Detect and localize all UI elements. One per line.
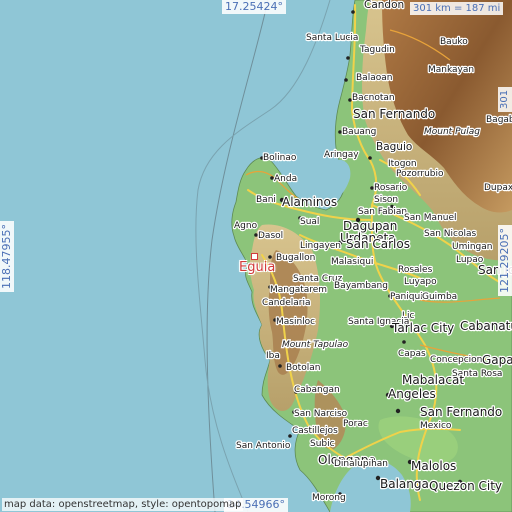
label-bugallon: Bugallon [276, 253, 315, 263]
label-rosario: Rosario [374, 183, 408, 193]
label-concepcion: Concepcion [430, 355, 482, 365]
label-umingan: Umingan [452, 242, 493, 252]
scale-label-horizontal: 301 km = 187 mi [410, 2, 504, 15]
label-candon: Candon [364, 0, 404, 11]
right-longitude-label: 121.29205° [498, 225, 512, 296]
location-label: Eguia [239, 260, 276, 275]
label-anda: Anda [274, 174, 297, 184]
label-bacnotan: Bacnotan [352, 93, 395, 103]
label-lingayen: Lingayen [300, 241, 341, 251]
top-latitude-label: 17.25424° [222, 0, 286, 14]
label-san-nicolas: San Nicolas [424, 229, 476, 239]
label-tarlac-city: Tarlac City [391, 321, 454, 335]
label-masinloc: Masinloc [276, 317, 315, 327]
label-san-fernando-lu: San Fernando [353, 107, 435, 121]
label-morong: Morong [312, 493, 346, 503]
scale-label-vertical: 301 km = 187 mi [498, 86, 512, 112]
label-angeles: Angeles [388, 387, 436, 401]
label-botolan: Botolan [286, 363, 320, 373]
label-santa-lucia: Santa Lucia [306, 33, 358, 43]
map-attribution: map data: openstreetmap, style: opentopo… [2, 498, 244, 511]
label-bagabag: Bagab [486, 115, 512, 125]
label-san-fernando-pa: San Fernando [420, 405, 502, 419]
label-mexico: Mexico [420, 421, 452, 431]
label-quezon-city: Quezon City [429, 479, 502, 493]
label-dasol: Dasol [258, 231, 283, 241]
label-san-narciso: San Narciso [294, 409, 348, 419]
label-bolinao: Bolinao [263, 153, 297, 163]
label-candelaria: Candelaria [262, 298, 311, 308]
label-dinalupihan: Dinalupihan [334, 459, 388, 469]
label-balaoan: Balaoan [356, 73, 392, 83]
label-mankayan: Mankayan [428, 65, 474, 75]
label-porac: Porac [343, 419, 368, 429]
label-castillejos: Castillejos [292, 426, 338, 436]
left-longitude-label: 118.47955° [0, 221, 14, 292]
label-sison: Sison [374, 195, 398, 205]
label-iba: Iba [266, 351, 280, 361]
label-subic: Subic [310, 439, 335, 449]
label-luyapo: Luyapo [404, 277, 437, 287]
label-baguio: Baguio [376, 141, 412, 153]
label-tagudin: Tagudin [359, 45, 395, 55]
label-bauang: Bauang [342, 127, 376, 137]
label-mangatarem: Mangatarem [270, 285, 327, 295]
label-alaminos: Alaminos [282, 195, 337, 209]
label-san-manuel: San Manuel [404, 213, 457, 223]
label-bayambang: Bayambang [334, 281, 388, 291]
label-itogon: Itogon [388, 159, 417, 169]
label-agno: Agno [234, 221, 258, 231]
label-san-carlos: San Carlos [346, 237, 410, 251]
label-aringay: Aringay [324, 150, 359, 160]
label-bauko: Bauko [440, 37, 468, 47]
label-malasiqui: Malasiqui [331, 257, 373, 267]
label-gapan: Gapan [482, 353, 512, 367]
location-marker[interactable] [251, 253, 258, 260]
label-mount-pulag: Mount Pulag [424, 127, 480, 137]
topographic-map[interactable]: Candon Santa Lucia Tagudin Bauko Mankaya… [0, 0, 512, 512]
label-balanga: Balanga [380, 477, 429, 491]
label-paniqui: Paniqui [390, 292, 423, 302]
label-cabangan: Cabangan [294, 385, 340, 395]
label-san-antonio: San Antonio [236, 441, 291, 451]
label-guimba: Guimba [422, 292, 457, 302]
label-san-fabian: San Fabian [358, 207, 407, 217]
label-bani: Bani [256, 195, 276, 205]
label-dupax: Dupax [484, 183, 512, 193]
label-capas: Capas [398, 349, 426, 359]
label-sual: Sual [300, 217, 319, 227]
label-cabanatuan: Cabanatu [460, 319, 512, 333]
label-mabalacat: Mabalacat [402, 373, 464, 387]
label-mount-tapulao: Mount Tapulao [282, 340, 349, 350]
label-rosales: Rosales [398, 265, 433, 275]
label-malolos: Malolos [411, 459, 456, 473]
label-pozorrubio: Pozorrubio [396, 169, 444, 179]
